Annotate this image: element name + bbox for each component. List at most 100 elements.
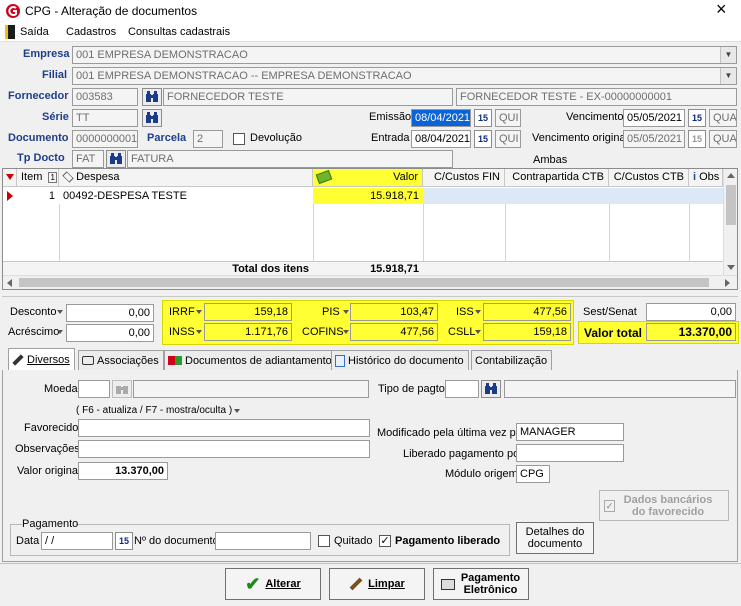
column-header-contrapartida[interactable]: Contrapartida CTB bbox=[505, 169, 609, 187]
column-header-despesa[interactable]: Despesa bbox=[59, 169, 313, 187]
chevron-down-icon[interactable] bbox=[727, 265, 735, 270]
desconto-input[interactable]: 0,00 bbox=[66, 304, 154, 322]
scroll-thumb[interactable] bbox=[726, 185, 736, 225]
separator bbox=[2, 296, 738, 297]
ndoc-input[interactable] bbox=[215, 532, 311, 550]
dados-bancarios-button[interactable]: ✓ Dados bancários do favorecido bbox=[599, 490, 729, 521]
menu-item-consultas[interactable]: Consultas cadastrais bbox=[128, 24, 230, 40]
tpdocto-name-field: FATURA bbox=[127, 150, 453, 168]
total-value: 15.918,71 bbox=[370, 263, 419, 275]
edit-pencil-icon bbox=[62, 171, 74, 183]
column-header-obs[interactable]: i Obs bbox=[689, 169, 723, 187]
emissao-label: Emissão bbox=[369, 111, 412, 123]
empresa-select[interactable]: 001 EMPRESA DEMONSTRACAO ▼ bbox=[72, 46, 737, 64]
sestsenat-input[interactable]: 0,00 bbox=[646, 303, 736, 321]
sort-arrow-icon bbox=[6, 174, 14, 180]
vencimento-input[interactable]: 05/05/2021 bbox=[623, 109, 685, 127]
horizontal-scrollbar[interactable] bbox=[3, 275, 737, 289]
fornecedor-code-input[interactable]: 003583 bbox=[72, 88, 138, 106]
csll-input[interactable]: 159,18 bbox=[483, 323, 571, 341]
column-header-item[interactable]: Item 1 bbox=[17, 169, 59, 187]
document-icon bbox=[335, 354, 345, 367]
chevron-down-icon[interactable]: ▼ bbox=[720, 47, 736, 63]
tipo-pagto-input[interactable] bbox=[445, 380, 479, 398]
quitado-checkbox[interactable] bbox=[318, 535, 330, 547]
menu-item-saida[interactable]: Saída bbox=[20, 24, 49, 40]
app-logo-icon bbox=[5, 3, 21, 19]
tpdocto-search-button[interactable] bbox=[106, 150, 126, 168]
parcela-input[interactable]: 2 bbox=[193, 130, 223, 148]
pagamento-liberado-checkbox[interactable]: ✓ bbox=[379, 535, 391, 547]
items-grid[interactable]: Item 1 Despesa Valor C/Custos FIN Contra… bbox=[2, 168, 738, 290]
data-input[interactable]: / / bbox=[41, 532, 113, 550]
bottom-separator bbox=[0, 563, 741, 564]
observacoes-label: Observações bbox=[15, 443, 80, 455]
cofins-label: COFINS bbox=[302, 326, 344, 338]
vertical-scrollbar[interactable] bbox=[723, 169, 737, 275]
irrf-input[interactable]: 159,18 bbox=[204, 303, 292, 321]
moeda-desc-field bbox=[133, 380, 369, 398]
pagamento-eletronico-button[interactable]: Pagamento Eletrônico bbox=[433, 568, 529, 600]
menu-item-cadastros[interactable]: Cadastros bbox=[66, 24, 116, 40]
alterar-button[interactable]: ✔ Alterar bbox=[225, 568, 321, 600]
fornecedor-name-field: FORNECEDOR TESTE bbox=[163, 88, 453, 106]
iss-label: ISS bbox=[456, 306, 474, 318]
close-icon[interactable]: × bbox=[716, 0, 727, 18]
calendar-icon[interactable]: 15 bbox=[688, 109, 706, 127]
chevron-down-icon[interactable]: ▼ bbox=[720, 68, 736, 84]
column-header-ccustos-ctb[interactable]: C/Custos CTB bbox=[609, 169, 689, 187]
acrescimo-input[interactable]: 0,00 bbox=[66, 324, 154, 342]
observacoes-input[interactable] bbox=[78, 440, 370, 458]
calendar-icon[interactable]: 15 bbox=[474, 130, 492, 148]
favorecido-input[interactable] bbox=[78, 419, 370, 437]
binoculars-icon bbox=[116, 386, 128, 394]
tab-historico[interactable]: Histórico do documento bbox=[331, 350, 469, 370]
calendar-icon[interactable]: 15 bbox=[115, 532, 133, 550]
arrow-icon bbox=[57, 330, 63, 334]
emissao-input[interactable]: 08/04/2021 bbox=[411, 109, 471, 127]
detalhes-documento-button[interactable]: Detalhes do documento bbox=[516, 522, 594, 554]
cell-ccustos-fin bbox=[423, 188, 723, 204]
favorecido-label: Favorecido bbox=[24, 422, 79, 434]
data-label: Data bbox=[16, 535, 40, 547]
pis-input[interactable]: 103,47 bbox=[350, 303, 438, 321]
iss-input[interactable]: 477,56 bbox=[483, 303, 571, 321]
table-row[interactable]: 1 00492-DESPESA TESTE 15.918,71 bbox=[3, 188, 723, 204]
venc-original-day: QUA bbox=[709, 130, 737, 148]
calendar-icon[interactable]: 15 bbox=[474, 109, 492, 127]
tab-documentos-adiantamento[interactable]: Documentos de adiantamento bbox=[164, 350, 337, 370]
serie-input[interactable]: TT bbox=[72, 109, 138, 127]
modulo-label: Módulo origem bbox=[445, 468, 518, 480]
venc-original-input: 05/05/2021 bbox=[623, 130, 685, 148]
entrada-label: Entrada bbox=[371, 132, 410, 144]
cell-valor: 15.918,71 bbox=[313, 188, 423, 204]
chevron-up-icon[interactable] bbox=[727, 173, 735, 178]
exit-door-icon[interactable] bbox=[5, 25, 15, 39]
scroll-thumb[interactable] bbox=[19, 278, 709, 287]
fornecedor-search-button[interactable] bbox=[142, 88, 162, 106]
arrow-icon bbox=[343, 330, 349, 334]
cofins-input[interactable]: 477,56 bbox=[350, 323, 438, 341]
moeda-input[interactable] bbox=[78, 380, 110, 398]
column-header-ccustos-fin[interactable]: C/Custos FIN bbox=[423, 169, 505, 187]
documento-input[interactable]: 0000000001 bbox=[72, 130, 138, 148]
inss-input[interactable]: 1.171,76 bbox=[204, 323, 292, 341]
pagamento-liberado-label: Pagamento liberado bbox=[395, 535, 501, 547]
tab-associacoes[interactable]: Associações bbox=[78, 350, 164, 370]
filial-select[interactable]: 001 EMPRESA DEMONSTRACAO -- EMPRESA DEMO… bbox=[72, 67, 737, 85]
chevron-left-icon[interactable] bbox=[7, 279, 12, 287]
column-header-valor[interactable]: Valor bbox=[313, 169, 423, 187]
entrada-input[interactable]: 08/04/2021 bbox=[411, 130, 471, 148]
tab-contabilizacao[interactable]: Contabilização bbox=[471, 350, 553, 370]
tipo-pagto-search-button[interactable] bbox=[481, 380, 501, 398]
tab-diversos[interactable]: Diversos bbox=[8, 348, 75, 371]
serie-search-button[interactable] bbox=[142, 109, 162, 127]
chevron-right-icon[interactable] bbox=[725, 279, 730, 287]
tpdocto-code-input[interactable]: FAT bbox=[72, 150, 104, 168]
moeda-search-button[interactable] bbox=[112, 380, 132, 398]
parcela-label: Parcela bbox=[147, 132, 187, 144]
emissao-day: QUI bbox=[495, 109, 521, 127]
devolucao-checkbox[interactable] bbox=[233, 133, 245, 145]
limpar-button[interactable]: Limpar bbox=[329, 568, 425, 600]
checkbox-doc-icon: ✓ bbox=[604, 499, 615, 512]
